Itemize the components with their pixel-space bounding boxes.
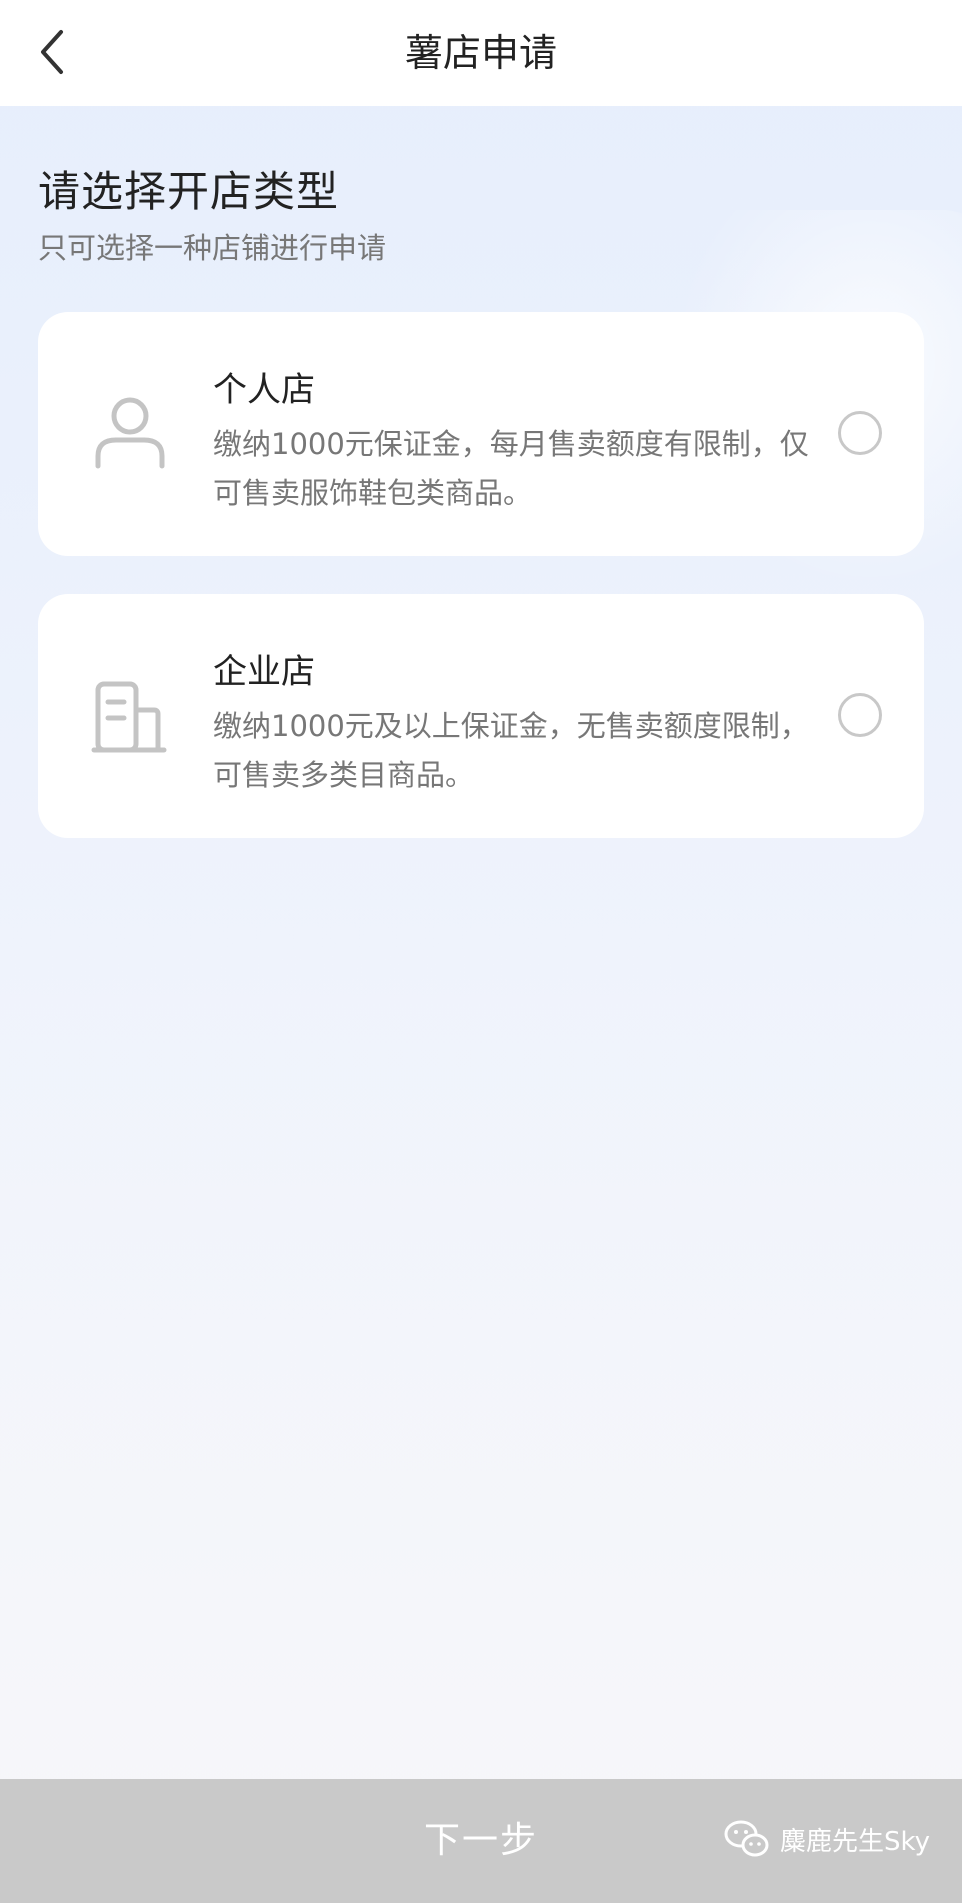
page-title: 薯店申请	[404, 31, 557, 75]
store-type-card-enterprise[interactable]: 企业店 缴纳1000元及以上保证金，无售卖额度限制，可售卖多类目商品。	[38, 594, 924, 838]
store-type-card-personal[interactable]: 个人店 缴纳1000元保证金，每月售卖额度有限制，仅可售卖服饰鞋包类商品。	[38, 312, 924, 556]
section-heading: 请选择开店类型	[38, 167, 340, 216]
store-type-title: 个人店	[213, 370, 315, 410]
section-subheading: 只可选择一种店铺进行申请	[38, 231, 387, 265]
person-icon	[90, 394, 170, 474]
watermark: 麋鹿先生Sky	[724, 1819, 930, 1859]
store-type-description: 缴纳1000元保证金，每月售卖额度有限制，仅可售卖服饰鞋包类商品。	[213, 427, 809, 510]
nav-bar: 薯店申请	[0, 0, 962, 106]
watermark-text: 麋鹿先生Sky	[779, 1826, 930, 1857]
building-icon	[90, 676, 170, 756]
wechat-icon	[724, 1820, 769, 1857]
store-type-description: 缴纳1000元及以上保证金，无售卖额度限制，可售卖多类目商品。	[213, 709, 809, 792]
store-type-radio-enterprise[interactable]	[838, 693, 882, 737]
next-step-button[interactable]: 下一步 麋鹿先生Sky	[0, 1779, 962, 1903]
store-type-radio-personal[interactable]	[838, 411, 882, 455]
store-type-title: 企业店	[213, 652, 315, 692]
